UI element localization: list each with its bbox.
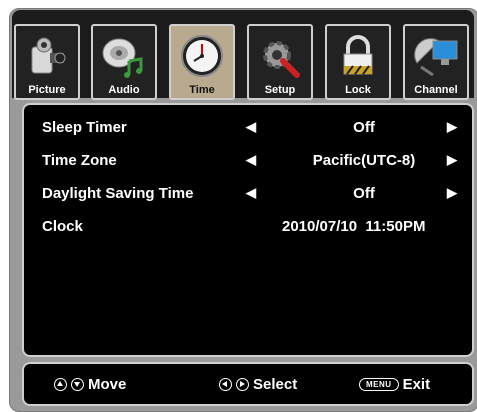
- setting-label: Sleep Timer: [42, 119, 127, 136]
- tab-label: Setup: [264, 84, 296, 96]
- gear-wrench-icon: [249, 32, 311, 80]
- setting-label: Clock: [42, 218, 83, 235]
- sleep-timer-row[interactable]: Sleep Timer ◀ Off ▶: [24, 115, 472, 139]
- tab-label: Picture: [28, 84, 66, 96]
- tab-label: Channel: [414, 84, 458, 96]
- tab-label: Audio: [108, 84, 140, 96]
- camcorder-icon: [16, 32, 78, 80]
- tab-channel[interactable]: Channel: [403, 24, 469, 100]
- right-arrow-icon[interactable]: ▶: [447, 185, 457, 201]
- right-arrow-icon: [236, 378, 249, 391]
- down-arrow-icon: [71, 378, 84, 391]
- tab-label: Time: [189, 84, 215, 96]
- tab-time[interactable]: Time: [169, 24, 235, 100]
- tab-audio[interactable]: Audio: [91, 24, 157, 100]
- setting-value: 2010/07/10 11:50PM: [282, 218, 426, 235]
- left-arrow-icon[interactable]: ◀: [246, 152, 256, 168]
- left-arrow-icon: [219, 378, 232, 391]
- setting-value: Off: [353, 119, 375, 136]
- left-arrow-icon[interactable]: ◀: [246, 119, 256, 135]
- tab-lock[interactable]: Lock: [325, 24, 391, 100]
- move-label: Move: [88, 376, 127, 393]
- tab-setup[interactable]: Setup: [247, 24, 313, 100]
- settings-panel: Sleep Timer ◀ Off ▶ Time Zone ◀ Pacific(…: [22, 103, 474, 357]
- move-hint: Move: [54, 376, 126, 393]
- exit-label: Exit: [402, 376, 431, 393]
- setting-label: Daylight Saving Time: [42, 185, 194, 202]
- tab-label: Lock: [345, 84, 371, 96]
- right-arrow-icon[interactable]: ▶: [447, 119, 457, 135]
- setting-value: Off: [353, 185, 375, 202]
- select-label: Select: [253, 376, 298, 393]
- menu-key-icon: MENU: [359, 378, 399, 391]
- exit-hint: MENU Exit: [359, 376, 430, 393]
- daylight-saving-row[interactable]: Daylight Saving Time ◀ Off ▶: [24, 181, 472, 205]
- tab-bar: Picture Audio Time Setup Lock Channel: [12, 10, 474, 100]
- time-zone-row[interactable]: Time Zone ◀ Pacific(UTC-8) ▶: [24, 148, 472, 172]
- clock-icon: [171, 32, 233, 80]
- right-arrow-icon[interactable]: ▶: [447, 152, 457, 168]
- setting-label: Time Zone: [42, 152, 117, 169]
- footer-hints: Move Select MENU Exit: [22, 362, 474, 406]
- speaker-icon: [93, 32, 155, 80]
- clock-row[interactable]: Clock 2010/07/10 11:50PM: [24, 214, 472, 238]
- setting-value: Pacific(UTC-8): [312, 152, 416, 169]
- left-arrow-icon[interactable]: ◀: [246, 185, 256, 201]
- tab-picture[interactable]: Picture: [14, 24, 80, 100]
- satellite-dish-icon: [405, 32, 467, 80]
- up-arrow-icon: [54, 378, 67, 391]
- select-hint: Select: [219, 376, 297, 393]
- padlock-icon: [327, 32, 389, 80]
